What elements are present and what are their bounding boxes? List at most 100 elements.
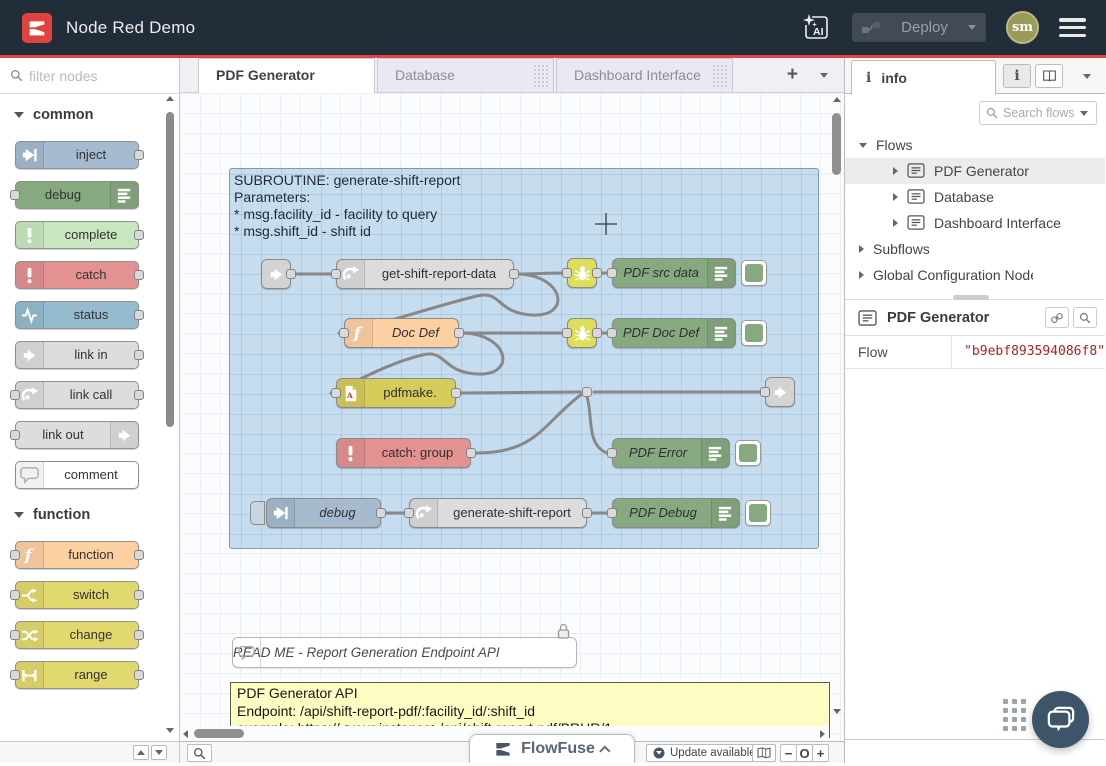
palette-node-link-in[interactable]: link in xyxy=(15,341,139,369)
search-flows-input[interactable] xyxy=(1003,106,1075,120)
link-out-node[interactable] xyxy=(765,377,795,407)
canvas-vscrollbar-thumb[interactable] xyxy=(832,113,841,175)
output-port[interactable] xyxy=(376,508,386,518)
flow-canvas[interactable]: SUBROUTINE: generate-shift-reportParamet… xyxy=(180,93,844,741)
comment-node-readme[interactable]: READ ME - Report Generation Endpoint API xyxy=(232,637,577,668)
search-selection-button[interactable] xyxy=(1073,307,1097,328)
scroll-up-icon[interactable] xyxy=(833,97,841,102)
output-port[interactable] xyxy=(451,388,461,398)
output-port[interactable] xyxy=(134,350,144,360)
canvas-hscrollbar-thumb[interactable] xyxy=(194,729,244,738)
output-port[interactable] xyxy=(509,269,519,279)
chevron-down-icon[interactable] xyxy=(859,143,867,148)
palette-node-switch[interactable]: switch xyxy=(15,581,139,609)
output-port[interactable] xyxy=(134,590,144,600)
link-call-get-shift-report[interactable]: get-shift-report-data xyxy=(336,259,514,289)
bug-node-2[interactable] xyxy=(567,318,597,348)
palette-node-complete[interactable]: complete xyxy=(15,221,139,249)
palette-node-comment[interactable]: comment xyxy=(15,461,139,489)
debug-toggle-button[interactable] xyxy=(741,260,767,286)
palette-filter[interactable] xyxy=(0,58,179,94)
palette-node-function[interactable]: ffunction xyxy=(15,541,139,569)
flowfuse-panel-button[interactable]: FlowFuse xyxy=(469,734,635,763)
scroll-up-icon[interactable] xyxy=(166,96,174,101)
tree-item-flows[interactable]: Flows xyxy=(845,132,1105,158)
input-port[interactable] xyxy=(562,268,572,278)
palette-node-change[interactable]: change xyxy=(15,621,139,649)
chat-button[interactable] xyxy=(1032,691,1089,748)
search-caret-icon[interactable] xyxy=(1080,111,1088,116)
tree-item-global-configuration-nodes[interactable]: Global Configuration Nodes xyxy=(845,262,1105,288)
input-port[interactable] xyxy=(607,508,617,518)
input-port[interactable] xyxy=(10,630,20,640)
tab-info[interactable]: i info xyxy=(851,60,996,95)
input-port[interactable] xyxy=(339,328,349,338)
tab-list-caret-icon[interactable] xyxy=(820,73,828,78)
input-port[interactable] xyxy=(331,388,341,398)
input-port[interactable] xyxy=(562,328,572,338)
chevron-right-icon[interactable] xyxy=(893,219,898,227)
tree-item-database[interactable]: Database xyxy=(845,184,1105,210)
zoom-out-button[interactable]: − xyxy=(780,744,797,762)
palette-node-debug[interactable]: debug xyxy=(15,181,139,209)
bug-node-1[interactable] xyxy=(567,258,597,288)
input-port[interactable] xyxy=(10,430,20,440)
debug-node-pdf-error[interactable]: PDF Error xyxy=(612,438,730,468)
input-port[interactable] xyxy=(10,390,20,400)
flow-tab-pdf-generator[interactable]: PDF Generator xyxy=(198,58,375,93)
user-avatar[interactable]: sm xyxy=(1006,11,1039,44)
update-available-button[interactable]: Update available xyxy=(646,744,763,762)
link-in-node[interactable] xyxy=(261,259,291,289)
copy-link-button[interactable] xyxy=(1045,307,1069,328)
output-port[interactable] xyxy=(134,310,144,320)
palette-node-status[interactable]: status xyxy=(15,301,139,329)
wire[interactable] xyxy=(476,394,582,453)
input-port[interactable] xyxy=(10,190,20,200)
input-port[interactable] xyxy=(404,508,414,518)
chevron-right-icon[interactable] xyxy=(859,245,864,253)
junction-node[interactable] xyxy=(582,387,592,397)
zoom-reset-button[interactable]: O xyxy=(796,744,813,762)
input-port[interactable] xyxy=(607,448,617,458)
output-port[interactable] xyxy=(134,230,144,240)
canvas-vscrollbar[interactable] xyxy=(829,93,844,726)
flow-tab-dashboard-interface[interactable]: Dashboard Interface xyxy=(556,58,733,92)
input-port[interactable] xyxy=(10,590,20,600)
pdfmake-node[interactable]: Apdfmake. xyxy=(336,378,456,408)
link-call-generate-shift-report[interactable]: generate-shift-report xyxy=(409,498,587,528)
debug-node-pdf-doc-def[interactable]: PDF Doc Def xyxy=(612,318,736,348)
debug-node-pdf-src-data[interactable]: PDF src data xyxy=(612,258,736,288)
function-node-doc-def[interactable]: fDoc Def xyxy=(344,318,459,348)
output-port[interactable] xyxy=(592,328,602,338)
palette-category-common[interactable]: common xyxy=(0,101,179,129)
debug-toggle-button[interactable] xyxy=(735,440,761,466)
output-port[interactable] xyxy=(286,269,296,279)
inject-button[interactable] xyxy=(250,501,265,525)
wire[interactable] xyxy=(461,392,580,393)
tree-item-pdf-generator[interactable]: PDF Generator xyxy=(845,158,1105,184)
tree-item-subflows[interactable]: Subflows xyxy=(845,236,1105,262)
input-port[interactable] xyxy=(607,268,617,278)
scroll-left-icon[interactable] xyxy=(183,730,188,738)
palette-node-range[interactable]: range xyxy=(15,661,139,689)
flow-tab-database[interactable]: Database xyxy=(377,58,554,92)
sidebar-menu-caret-icon[interactable] xyxy=(1083,74,1091,79)
sidebar-splitter[interactable] xyxy=(845,292,1105,300)
output-port[interactable] xyxy=(134,630,144,640)
output-port[interactable] xyxy=(466,448,476,458)
palette-node-catch[interactable]: catch xyxy=(15,261,139,289)
wire[interactable] xyxy=(587,397,607,453)
chevron-right-icon[interactable] xyxy=(859,271,864,279)
inject-node-debug[interactable]: debug xyxy=(266,498,381,528)
deploy-caret-icon[interactable] xyxy=(968,25,976,30)
info-view-button[interactable]: i xyxy=(1003,64,1031,88)
debug-toggle-button[interactable] xyxy=(745,500,771,526)
output-port[interactable] xyxy=(582,508,592,518)
palette-scrollbar-thumb[interactable] xyxy=(166,112,174,427)
palette-node-link-call[interactable]: link call xyxy=(15,381,139,409)
palette-node-inject[interactable]: inject xyxy=(15,141,139,169)
chevron-right-icon[interactable] xyxy=(893,193,898,201)
input-port[interactable] xyxy=(10,550,20,560)
scroll-down-icon[interactable] xyxy=(166,728,174,733)
chat-drag-handle[interactable] xyxy=(1003,699,1026,731)
